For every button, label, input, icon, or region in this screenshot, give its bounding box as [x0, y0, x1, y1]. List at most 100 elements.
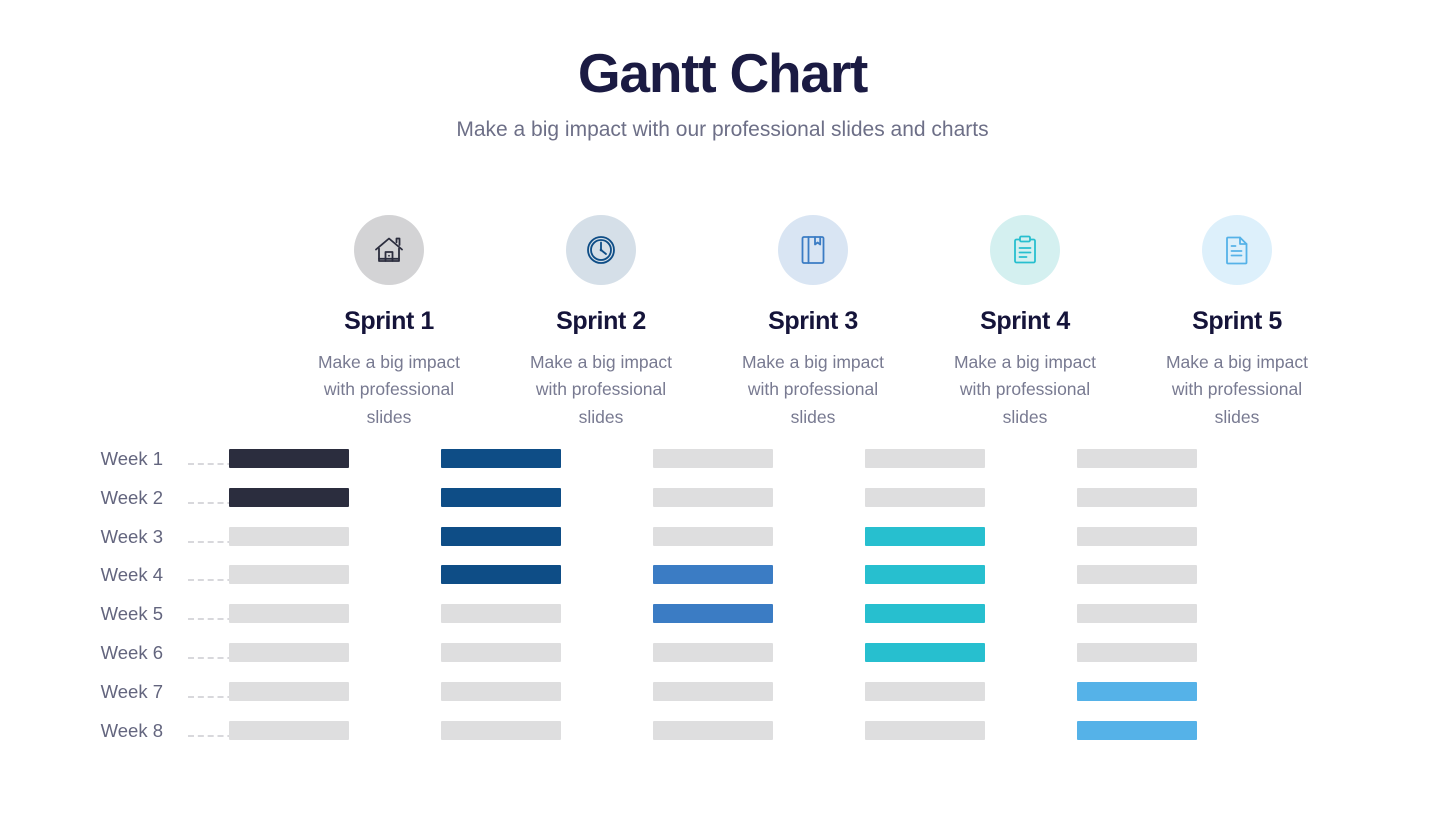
gantt-bar-active[interactable] — [865, 604, 985, 624]
book-icon — [778, 215, 848, 285]
gantt-bar-inactive[interactable] — [441, 720, 561, 740]
gantt-bar-active[interactable] — [1077, 681, 1197, 701]
table-row: Week 4 — [0, 565, 1445, 604]
gantt-bar-inactive[interactable] — [653, 681, 773, 701]
gantt-bar-inactive[interactable] — [1077, 526, 1197, 546]
gantt-bar-active[interactable] — [865, 642, 985, 662]
bar-cell — [1031, 720, 1243, 740]
sprint-column-3[interactable]: Sprint 3 Make a big impact with professio… — [707, 215, 919, 431]
gantt-bar-inactive[interactable] — [653, 449, 773, 468]
bar-cell — [1031, 681, 1243, 701]
sprint-column-5[interactable]: Sprint 5 Make a big impact with professio… — [1131, 215, 1343, 431]
gantt-bar-active[interactable] — [865, 565, 985, 585]
bar-cell — [395, 681, 607, 701]
bar-cell — [395, 526, 607, 546]
table-row: Week 7 — [0, 680, 1445, 721]
bar-cell — [395, 449, 607, 468]
bar-cell — [819, 526, 1031, 546]
bar-cell — [819, 604, 1031, 624]
gantt-bar-inactive[interactable] — [229, 642, 349, 662]
week-label: Week 5 — [100, 603, 163, 625]
bar-row — [183, 681, 1243, 701]
bar-row — [183, 720, 1243, 740]
gantt-bar-inactive[interactable] — [1077, 565, 1197, 585]
week-label: Week 1 — [100, 448, 163, 469]
slide-header: Gantt Chart Make a big impact with our p… — [0, 42, 1445, 143]
bar-cell — [395, 642, 607, 662]
gantt-bar-active[interactable] — [653, 565, 773, 585]
bar-cell — [819, 681, 1031, 701]
sprint-title: Sprint 3 — [768, 307, 858, 335]
gantt-bar-inactive[interactable] — [653, 526, 773, 546]
gantt-bar-inactive[interactable] — [653, 487, 773, 507]
gantt-bar-inactive[interactable] — [229, 526, 349, 546]
bar-cell — [1031, 642, 1243, 662]
table-row: Week 8 — [0, 720, 1445, 760]
gantt-bar-inactive[interactable] — [1077, 449, 1197, 468]
gantt-bar-inactive[interactable] — [1077, 604, 1197, 624]
bar-cell — [183, 449, 395, 468]
gantt-bar-inactive[interactable] — [441, 681, 561, 701]
bar-cell — [183, 565, 395, 585]
gantt-grid: Week 1 Week 2 Week 3 Week 4 Week 5 Week 6 Week… — [0, 449, 1445, 759]
gantt-bar-inactive[interactable] — [441, 642, 561, 662]
clipboard-icon — [990, 215, 1060, 285]
bar-cell — [607, 565, 819, 585]
bar-row — [183, 642, 1243, 662]
bar-cell — [395, 720, 607, 740]
sprint-column-2[interactable]: Sprint 2 Make a big impact with professio… — [495, 215, 707, 431]
table-row: Week 3 — [0, 526, 1445, 566]
sprint-description: Make a big impact with professional slid… — [953, 352, 1096, 427]
gantt-bar-active[interactable] — [865, 526, 985, 546]
week-label: Week 2 — [100, 486, 163, 508]
gantt-bar-inactive[interactable] — [229, 565, 349, 585]
sprint-description: Make a big impact with professional slid… — [529, 352, 672, 427]
gantt-bar-inactive[interactable] — [229, 681, 349, 701]
gantt-bar-inactive[interactable] — [1077, 487, 1197, 507]
bar-cell — [395, 487, 607, 507]
gantt-bar-inactive[interactable] — [441, 604, 561, 624]
sprint-column-1[interactable]: Sprint 1 Make a big impact with professio… — [283, 215, 495, 431]
gantt-bar-inactive[interactable] — [653, 720, 773, 740]
bar-cell — [183, 526, 395, 546]
sprint-column-4[interactable]: Sprint 4 Make a big impact with professio… — [919, 215, 1131, 431]
gantt-bar-inactive[interactable] — [865, 487, 985, 507]
bar-cell — [607, 526, 819, 546]
gantt-bar-inactive[interactable] — [229, 604, 349, 624]
bar-cell — [819, 642, 1031, 662]
gantt-chart-slide: Gantt Chart Make a big impact with our p… — [0, 0, 1445, 814]
bar-cell — [607, 720, 819, 740]
bar-row — [183, 565, 1243, 585]
page-title: Gantt Chart — [577, 42, 869, 104]
bar-row — [183, 487, 1243, 507]
bar-cell — [395, 565, 607, 585]
bar-cell — [183, 681, 395, 701]
bar-cell — [819, 487, 1031, 507]
gantt-bar-active[interactable] — [229, 449, 349, 468]
gantt-bar-active[interactable] — [441, 526, 561, 546]
gantt-bar-active[interactable] — [229, 487, 349, 507]
week-label: Week 6 — [100, 641, 163, 663]
gantt-bar-inactive[interactable] — [1077, 642, 1197, 662]
page-subtitle: Make a big impact with our professional … — [456, 118, 989, 142]
gantt-bar-active[interactable] — [1077, 720, 1197, 740]
bar-row — [183, 604, 1243, 624]
bar-cell — [183, 642, 395, 662]
gantt-bar-active[interactable] — [441, 449, 561, 468]
gantt-bar-inactive[interactable] — [865, 449, 985, 468]
gantt-bar-inactive[interactable] — [865, 681, 985, 701]
bar-cell — [607, 449, 819, 468]
gantt-bar-active[interactable] — [441, 565, 561, 585]
gantt-bar-inactive[interactable] — [229, 720, 349, 740]
sprint-title: Sprint 4 — [980, 307, 1070, 335]
gantt-bar-active[interactable] — [441, 487, 561, 507]
bar-cell — [1031, 565, 1243, 585]
bar-cell — [1031, 604, 1243, 624]
bar-cell — [819, 449, 1031, 468]
table-row: Week 6 — [0, 641, 1445, 682]
table-row: Week 1 — [0, 449, 1445, 488]
gantt-bar-inactive[interactable] — [865, 720, 985, 740]
gantt-bar-active[interactable] — [653, 604, 773, 624]
week-label: Week 7 — [100, 680, 163, 702]
gantt-bar-inactive[interactable] — [653, 642, 773, 662]
